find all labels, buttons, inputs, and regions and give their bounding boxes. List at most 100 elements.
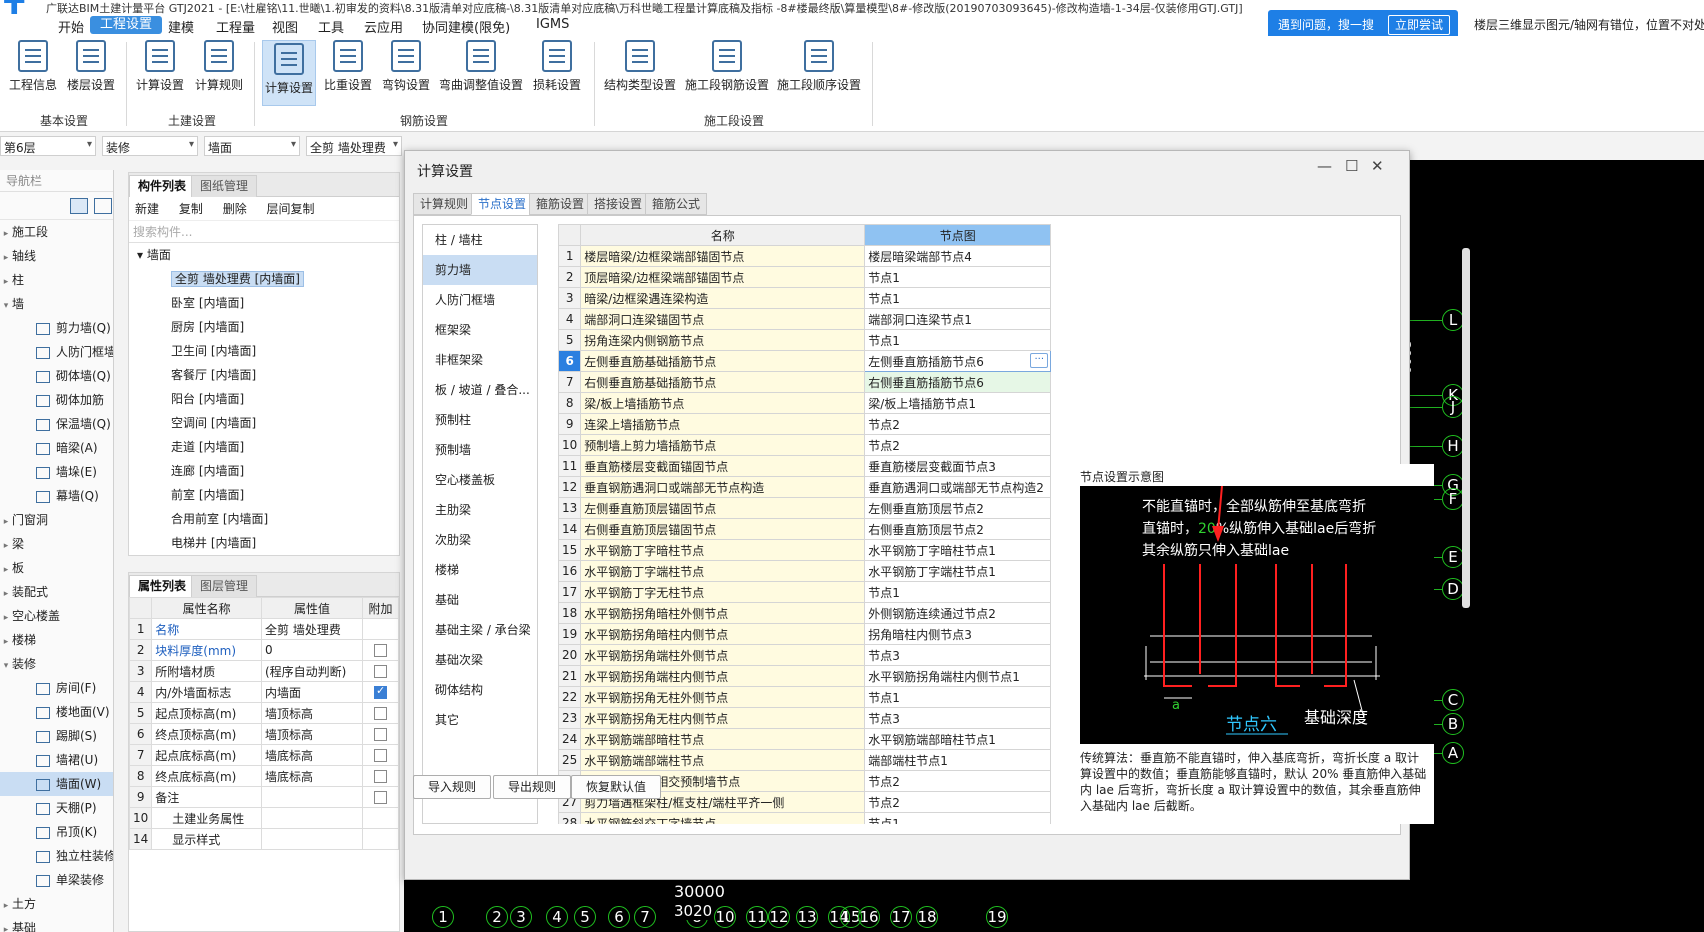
node-row[interactable]: 25 水平钢筋端部端柱节点 端部端柱节点1 bbox=[558, 749, 1052, 771]
extra-checkbox[interactable] bbox=[374, 665, 387, 678]
tree-item[interactable]: 卧室 [内墙面] bbox=[129, 291, 399, 315]
extra-checkbox[interactable] bbox=[374, 770, 387, 783]
tree-item[interactable]: 连廊 [内墙面] bbox=[129, 459, 399, 483]
property-value[interactable]: 全剪 墙处理费 bbox=[261, 618, 363, 640]
civil-calc-settings-button[interactable]: 计算设置 bbox=[134, 40, 186, 93]
property-value[interactable]: 墙底标高 bbox=[261, 765, 363, 787]
component-select[interactable]: 全剪 墙处理费 bbox=[306, 136, 402, 156]
node-row[interactable]: 16 水平钢筋丁字端柱节点 水平钢筋丁字端柱节点1 bbox=[558, 560, 1052, 582]
try-now-button[interactable]: 立即尝试 bbox=[1387, 15, 1450, 35]
category-item[interactable]: 砌体结构 bbox=[423, 675, 537, 705]
nav-item[interactable]: ▸ 装配式 bbox=[0, 580, 113, 604]
tab-layer-manage[interactable]: 图层管理 bbox=[191, 575, 258, 597]
nav-item[interactable]: ▸ 空心楼盖 bbox=[0, 604, 113, 628]
menu-cloud[interactable]: 云应用 bbox=[364, 17, 403, 36]
property-value[interactable]: 墙顶标高 bbox=[261, 702, 363, 724]
rebar-calc-settings-button[interactable]: 计算设置 bbox=[262, 40, 316, 106]
nav-item[interactable]: ▸ 土方 bbox=[0, 892, 113, 916]
node-value[interactable]: 端部端柱节点1 bbox=[864, 749, 1052, 771]
nav-item[interactable]: ▸ 施工段 bbox=[0, 220, 113, 244]
tab-node-settings[interactable]: 节点设置 bbox=[471, 193, 534, 215]
list-view-icon[interactable] bbox=[70, 198, 88, 214]
collapsed-icon[interactable]: ▸ bbox=[0, 222, 12, 244]
collapsed-icon[interactable]: ▸ bbox=[0, 534, 12, 556]
node-row[interactable]: 15 水平钢筋丁字暗柱节点 水平钢筋丁字暗柱节点1 bbox=[558, 539, 1052, 561]
node-row[interactable]: 12 垂直钢筋遇洞口或端部无节点构造 垂直筋遇洞口或端部无节点构造2 bbox=[558, 476, 1052, 498]
nav-item[interactable]: 房间(F) bbox=[0, 676, 113, 700]
category-item[interactable]: 基础主梁 / 承台梁 bbox=[423, 615, 537, 645]
extra-checkbox[interactable] bbox=[374, 684, 387, 699]
category-item[interactable]: 空心楼盖板 bbox=[423, 465, 537, 495]
node-value[interactable]: 节点2 bbox=[864, 413, 1052, 435]
export-rules-button[interactable]: 导出规则 bbox=[493, 775, 572, 799]
collapsed-icon[interactable]: ▸ bbox=[0, 510, 12, 532]
menu-quantity[interactable]: 工程量 bbox=[216, 17, 255, 36]
menu-start[interactable]: 开始 bbox=[58, 17, 84, 36]
node-value[interactable]: 节点1 bbox=[864, 329, 1052, 351]
node-value[interactable]: 节点2 bbox=[864, 434, 1052, 456]
node-row[interactable]: 19 水平钢筋拐角暗柱内侧节点 拐角暗柱内侧节点3 bbox=[558, 623, 1052, 645]
nav-item[interactable]: ▸ 楼梯 bbox=[0, 628, 113, 652]
node-value[interactable]: 梁/板上墙插筋节点1 bbox=[864, 392, 1052, 414]
node-row[interactable]: 23 水平钢筋拐角无柱内侧节点 节点3 bbox=[558, 707, 1052, 729]
node-row[interactable]: 14 右侧垂直筋顶层锚固节点 右侧垂直筋顶层节点2 bbox=[558, 518, 1052, 540]
node-row[interactable]: 24 水平钢筋端部暗柱节点 水平钢筋端部暗柱节点1 bbox=[558, 728, 1052, 750]
node-value[interactable]: 节点1 bbox=[864, 266, 1052, 288]
floor-settings-button[interactable]: 楼层设置 bbox=[64, 40, 118, 93]
node-row[interactable]: 3 暗梁/边框梁遇连梁构造 节点1 bbox=[558, 287, 1052, 309]
nav-item[interactable]: 墙面(W) bbox=[0, 772, 113, 796]
node-value[interactable]: 左侧垂直筋顶层节点2 bbox=[864, 497, 1052, 519]
cad-canvas[interactable]: LKJHGFEDCBA22650390038002900 bbox=[1396, 160, 1704, 932]
import-rules-button[interactable]: 导入规则 bbox=[413, 775, 492, 799]
category-item[interactable]: 基础次梁 bbox=[423, 645, 537, 675]
node-value[interactable]: 水平钢筋端部暗柱节点1 bbox=[864, 728, 1052, 750]
menu-view[interactable]: 视图 bbox=[272, 17, 298, 36]
node-row[interactable]: 22 水平钢筋拐角无柱外侧节点 节点1 bbox=[558, 686, 1052, 708]
tree-item[interactable]: 全剪 墙处理费 [内墙面] bbox=[129, 267, 399, 291]
category-select[interactable]: 装修 bbox=[102, 136, 198, 156]
collapsed-icon[interactable]: ▸ bbox=[0, 606, 12, 628]
calc-rules-button[interactable]: 计算规则 bbox=[192, 40, 246, 93]
category-item[interactable]: 主肋梁 bbox=[423, 495, 537, 525]
tree-item[interactable]: 厨房 [内墙面] bbox=[129, 315, 399, 339]
project-info-button[interactable]: 工程信息 bbox=[8, 40, 58, 93]
nav-item[interactable]: ▸ 门窗洞 bbox=[0, 508, 113, 532]
collapsed-icon[interactable]: ▸ bbox=[0, 894, 12, 916]
nav-item[interactable]: 踢脚(S) bbox=[0, 724, 113, 748]
collapsed-icon[interactable]: ▸ bbox=[0, 246, 12, 268]
bend-adjust-button[interactable]: 弯曲调整值设置 bbox=[438, 40, 524, 93]
node-value[interactable]: 节点2 bbox=[864, 791, 1052, 813]
node-row[interactable]: 17 水平钢筋丁字无柱节点 节点1 bbox=[558, 581, 1052, 603]
node-row[interactable]: 13 左侧垂直筋顶层锚固节点 左侧垂直筋顶层节点2 bbox=[558, 497, 1052, 519]
floor-select[interactable]: 第6层 bbox=[0, 136, 96, 156]
node-value[interactable]: 楼层暗梁端部节点4 bbox=[864, 245, 1052, 267]
nav-item[interactable]: 暗梁(A) bbox=[0, 436, 113, 460]
property-row[interactable]: 4 内/外墙面标志 内墙面 bbox=[128, 681, 399, 703]
category-item[interactable]: 次肋梁 bbox=[423, 525, 537, 555]
tab-drawing-manage[interactable]: 图纸管理 bbox=[191, 175, 258, 197]
property-row[interactable]: 10 土建业务属性 bbox=[128, 807, 399, 829]
nav-item[interactable]: 单梁装修 bbox=[0, 868, 113, 892]
nav-item[interactable]: 独立柱装修 bbox=[0, 844, 113, 868]
property-row[interactable]: 2 块料厚度(mm) 0 bbox=[128, 639, 399, 661]
tree-item[interactable]: 客餐厅 [内墙面] bbox=[129, 363, 399, 387]
nav-item[interactable]: 人防门框墙 bbox=[0, 340, 113, 364]
copy-button[interactable]: 复制 bbox=[179, 202, 203, 216]
node-row[interactable]: 20 水平钢筋拐角端柱外侧节点 节点3 bbox=[558, 644, 1052, 666]
property-value[interactable]: 墙顶标高 bbox=[261, 723, 363, 745]
detail-view-icon[interactable] bbox=[94, 198, 112, 214]
category-item[interactable]: 基础 bbox=[423, 585, 537, 615]
tree-root[interactable]: ▾ 墙面 bbox=[129, 243, 399, 267]
tree-item[interactable]: 空调间 [内墙面] bbox=[129, 411, 399, 435]
extra-checkbox[interactable] bbox=[374, 644, 387, 657]
nav-item[interactable]: 剪力墙(Q) bbox=[0, 316, 113, 340]
close-icon[interactable]: ✕ bbox=[1371, 157, 1384, 175]
node-value[interactable]: 左侧垂直筋插筋节点6 ··· bbox=[864, 350, 1052, 372]
expanded-icon[interactable]: ▾ bbox=[0, 294, 12, 316]
nav-item[interactable]: 天棚(P) bbox=[0, 796, 113, 820]
tree-item[interactable]: 前室 [内墙面] bbox=[129, 483, 399, 507]
structure-type-button[interactable]: 结构类型设置 bbox=[602, 40, 678, 93]
menu-collab[interactable]: 协同建模(限免) bbox=[422, 17, 510, 36]
extra-checkbox[interactable] bbox=[374, 707, 387, 720]
category-item[interactable]: 非框架梁 bbox=[423, 345, 537, 375]
